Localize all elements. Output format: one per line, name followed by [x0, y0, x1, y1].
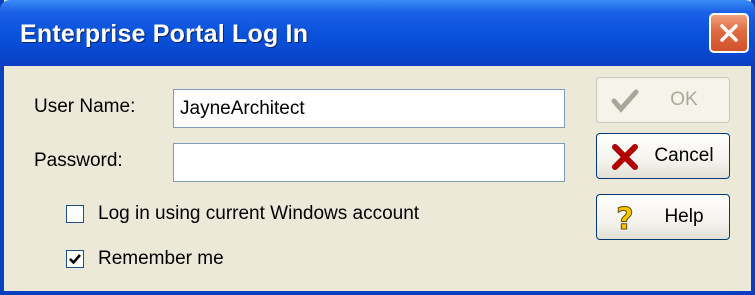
remember-me-option[interactable]: Remember me	[66, 248, 224, 270]
cancel-button[interactable]: Cancel	[596, 133, 730, 179]
password-input[interactable]	[173, 143, 565, 182]
windows-account-label: Log in using current Windows account	[98, 203, 420, 224]
cancel-x-icon	[612, 144, 638, 170]
windows-account-option[interactable]: Log in using current Windows account	[66, 203, 419, 225]
checkmark-icon	[69, 254, 81, 265]
close-button[interactable]	[709, 13, 749, 53]
svg-text:?: ?	[616, 204, 633, 232]
remember-me-checkbox[interactable]	[66, 250, 84, 268]
dialog-title: Enterprise Portal Log In	[20, 20, 309, 48]
help-button[interactable]: ? Help	[596, 194, 730, 240]
checkmark-icon	[611, 89, 639, 113]
cancel-label: Cancel	[654, 145, 714, 166]
login-dialog: Enterprise Portal Log In User Name: Pass…	[0, 0, 755, 295]
password-label: Password:	[34, 150, 123, 171]
ok-button[interactable]: OK	[596, 77, 730, 123]
title-bar[interactable]: Enterprise Portal Log In	[0, 0, 755, 66]
remember-me-label: Remember me	[98, 248, 224, 269]
question-mark-icon: ?	[616, 204, 634, 232]
ok-label: OK	[670, 89, 698, 110]
username-input[interactable]	[173, 89, 565, 128]
close-icon	[720, 24, 738, 42]
dialog-body: User Name: Password: Log in using curren…	[4, 66, 751, 291]
help-label: Help	[664, 206, 704, 227]
windows-account-checkbox[interactable]	[66, 205, 84, 223]
username-label: User Name:	[34, 96, 136, 117]
